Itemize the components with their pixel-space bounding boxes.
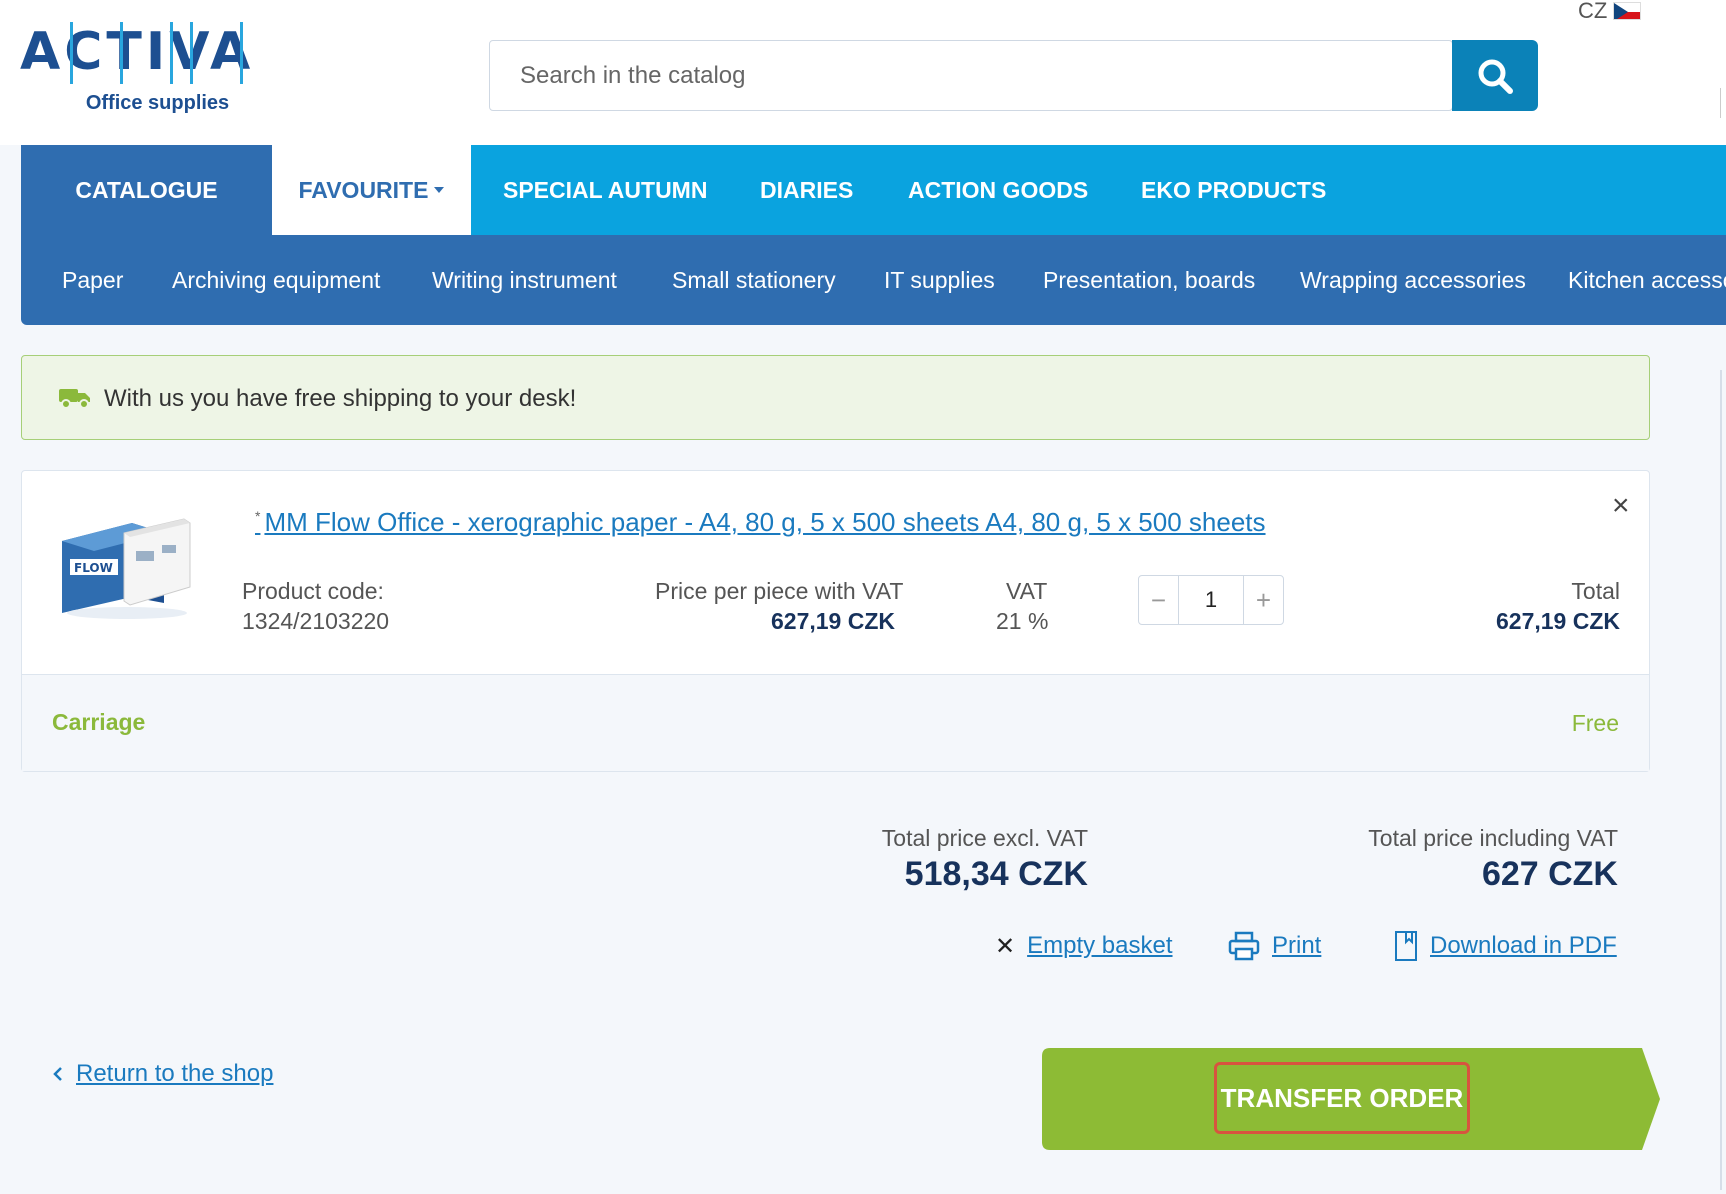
transfer-order-label: TRANSFER ORDER <box>1220 1083 1464 1113</box>
transfer-order-button[interactable]: TRANSFER ORDER <box>1042 1048 1662 1150</box>
total-excl-vat-label: Total price excl. VAT <box>881 825 1088 851</box>
nav-item-eko-products[interactable]: EKO PRODUCTS <box>1141 145 1326 235</box>
logo-divider <box>240 22 243 84</box>
empty-basket-link[interactable]: Empty basket <box>1027 932 1172 960</box>
return-to-shop: Return to the shop <box>52 1060 273 1088</box>
main-nav: CATALOGUE FAVOURITE SPECIAL AUTUMN DIARI… <box>21 145 1726 235</box>
carriage-value: Free <box>1571 710 1619 736</box>
nav-item-diaries[interactable]: DIARIES <box>760 145 853 235</box>
item-total-label: Total <box>1571 578 1620 604</box>
print-link[interactable]: Print <box>1272 932 1321 960</box>
header-right-fragment <box>1720 88 1726 118</box>
category-wrapping-accessories[interactable]: Wrapping accessories <box>1300 235 1526 325</box>
nav-item-label: CATALOGUE <box>75 176 218 203</box>
activa-logo[interactable]: ACTIVA Office supplies <box>20 18 295 118</box>
carriage-label: Carriage <box>52 709 146 735</box>
download-pdf-link[interactable]: Download in PDF <box>1430 932 1617 960</box>
czech-flag-icon <box>1613 2 1642 20</box>
vat-rate: 21 % <box>996 608 1049 634</box>
quantity-input[interactable]: 1 <box>1180 576 1242 624</box>
printer-icon <box>1228 931 1260 961</box>
product-marker: * <box>255 508 261 525</box>
svg-text:FLOW: FLOW <box>74 561 113 575</box>
price-label: Price per piece with VAT <box>655 578 904 604</box>
truck-icon <box>59 389 90 409</box>
return-to-shop-link[interactable]: Return to the shop <box>76 1060 273 1088</box>
item-total: 627,19 CZK <box>1495 608 1620 634</box>
category-nav: Paper Archiving equipment Writing instru… <box>21 235 1726 325</box>
carriage-row: Carriage Free <box>22 675 1649 771</box>
search-input[interactable] <box>490 41 1450 110</box>
price-per-piece: 627,19 CZK <box>770 608 895 634</box>
logo-subtitle: Office supplies <box>85 92 230 114</box>
category-small-stationery[interactable]: Small stationery <box>672 235 836 325</box>
category-it-supplies[interactable]: IT supplies <box>884 235 995 325</box>
product-image[interactable]: FLOW <box>52 501 197 621</box>
page-right-edge <box>1720 370 1726 1190</box>
nav-item-label: SPECIAL AUTUMN <box>503 176 708 203</box>
category-writing-instrument[interactable]: Writing instrument <box>432 235 617 325</box>
language-code: CZ <box>1578 0 1608 23</box>
search-icon <box>1478 59 1513 94</box>
quantity-stepper: − 1 + <box>1138 575 1284 625</box>
cart-item-card: FLOW * MM Flow Office - xerographic paper… <box>21 470 1650 772</box>
nav-item-label: FAVOURITE <box>298 176 429 203</box>
site-header: ACTIVA Office supplies CZ <box>0 0 1726 145</box>
nav-item-action-goods[interactable]: ACTION GOODS <box>908 145 1088 235</box>
logo-divider <box>190 22 193 84</box>
search-box <box>489 40 1453 111</box>
remove-item-button[interactable]: × <box>1612 491 1630 521</box>
caret-down-icon <box>434 187 445 193</box>
logo-wordmark: ACTIVA <box>20 22 255 82</box>
chevron-left-icon <box>53 1067 62 1081</box>
category-kitchen-accessories[interactable]: Kitchen accesso <box>1568 235 1726 325</box>
category-presentation-boards[interactable]: Presentation, boards <box>1043 235 1255 325</box>
total-incl-vat-label: Total price including VAT <box>1368 825 1618 851</box>
empty-basket-action: ✕ Empty basket <box>995 928 1173 964</box>
logo-divider <box>70 22 73 84</box>
logo-divider <box>120 22 123 84</box>
download-pdf-action: Download in PDF <box>1394 928 1617 964</box>
total-excl-vat: 518,34 CZK <box>904 855 1088 893</box>
quantity-increase-button[interactable]: + <box>1243 576 1283 624</box>
close-icon: × <box>1612 489 1630 522</box>
product-name: MM Flow Office - xerographic paper - A4,… <box>264 507 1266 537</box>
print-action: Print <box>1228 928 1321 964</box>
logo-divider <box>170 22 173 84</box>
category-paper[interactable]: Paper <box>62 235 123 325</box>
nav-item-label: EKO PRODUCTS <box>1141 176 1327 203</box>
total-incl-vat: 627 CZK <box>1481 855 1618 893</box>
nav-item-favourite[interactable]: FAVOURITE <box>272 145 471 235</box>
close-icon: ✕ <box>995 932 1016 960</box>
nav-item-catalogue[interactable]: CATALOGUE <box>21 145 272 235</box>
shipping-banner: With us you have free shipping to your d… <box>21 355 1650 440</box>
product-code: 1324/2103220 <box>242 608 390 634</box>
nav-item-special-autumn[interactable]: SPECIAL AUTUMN <box>503 145 707 235</box>
category-archiving-equipment[interactable]: Archiving equipment <box>172 235 380 325</box>
product-code-label: Product code: <box>242 578 384 604</box>
vat-label: VAT <box>1006 578 1048 604</box>
quantity-decrease-button[interactable]: − <box>1139 576 1179 624</box>
search-button[interactable] <box>1452 40 1538 111</box>
document-icon <box>1395 931 1417 961</box>
language-selector[interactable]: CZ <box>1578 0 1642 23</box>
product-name-link[interactable]: * MM Flow Office - xerographic paper - A4… <box>255 507 1266 538</box>
shipping-text: With us you have free shipping to your d… <box>104 385 577 412</box>
nav-item-label: ACTION GOODS <box>908 176 1089 203</box>
nav-item-label: DIARIES <box>760 176 854 203</box>
